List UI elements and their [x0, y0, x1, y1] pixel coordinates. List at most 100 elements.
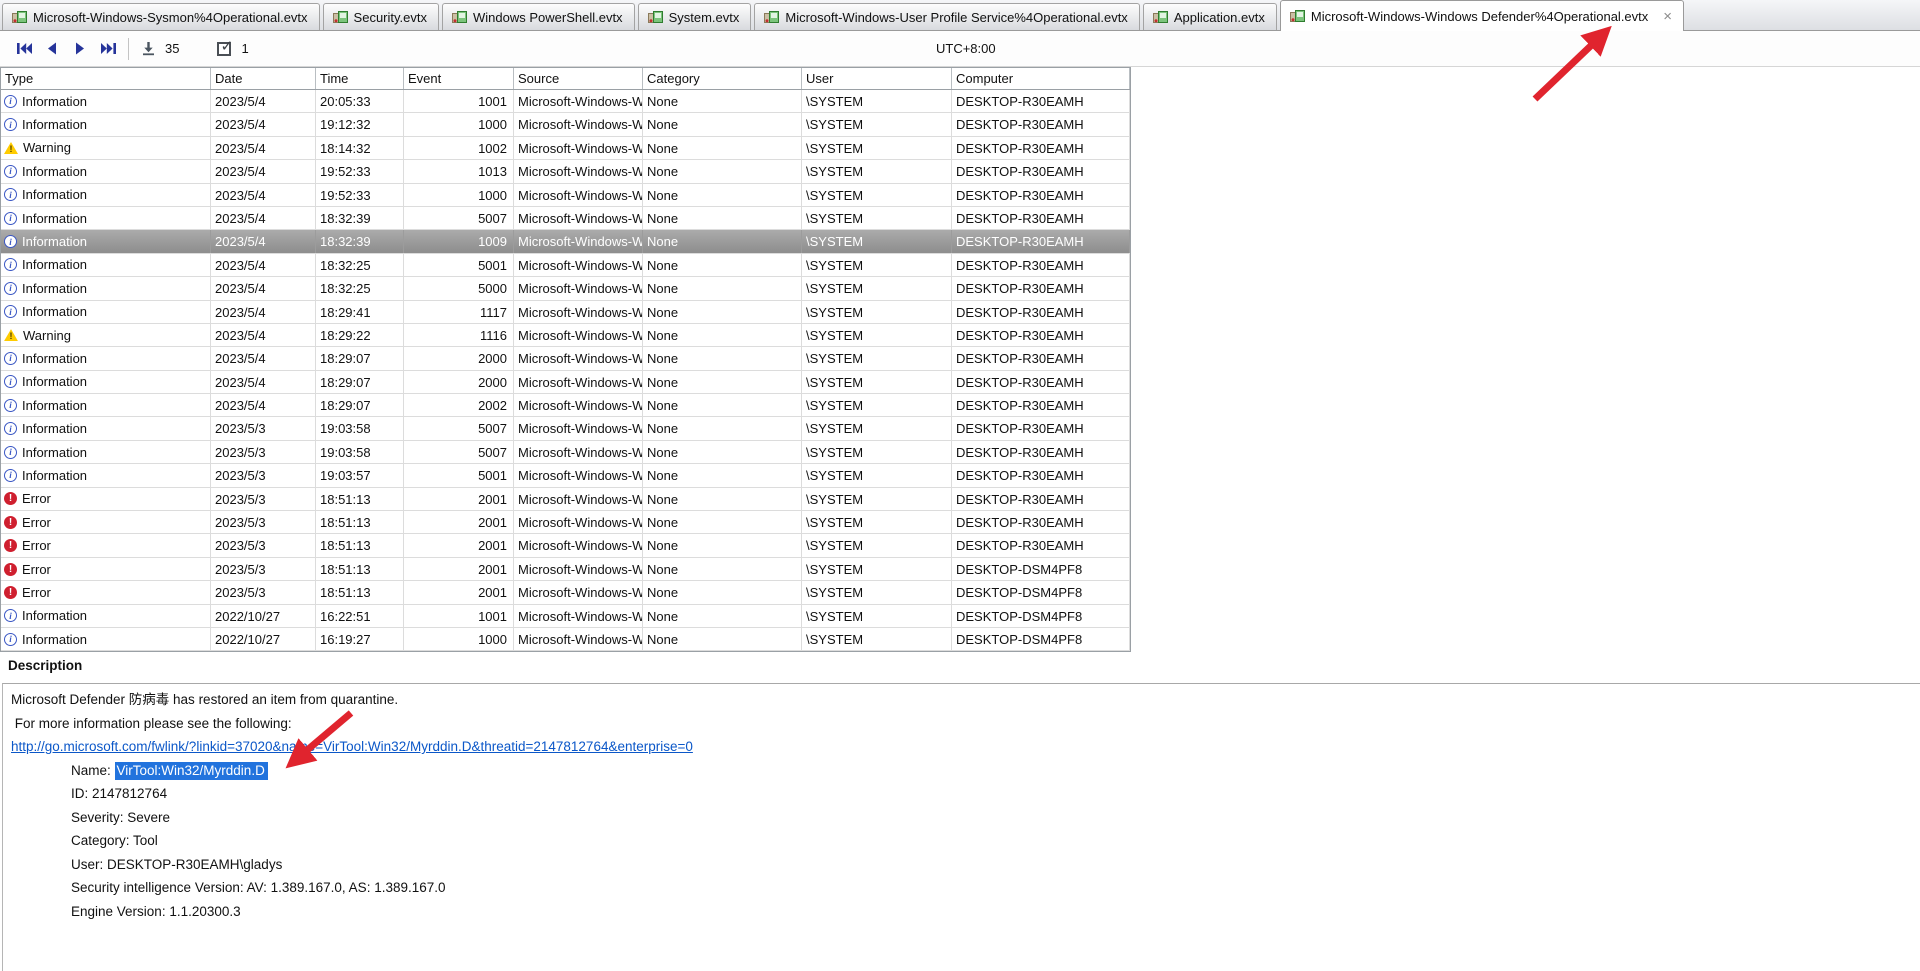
- column-header-date[interactable]: Date: [211, 68, 316, 89]
- column-header-time[interactable]: Time: [316, 68, 404, 89]
- table-row[interactable]: Information2023/5/418:29:411117Microsoft…: [1, 301, 1130, 324]
- info-icon: [4, 469, 17, 482]
- cell-category: None: [643, 90, 802, 112]
- cell-computer: DESKTOP-R30EAMH: [952, 511, 1130, 533]
- cell-time: 18:29:07: [316, 347, 404, 369]
- cell-source: Microsoft-Windows-W: [514, 90, 643, 112]
- checkbox-icon[interactable]: [213, 38, 235, 60]
- tab-6-evtx[interactable]: Application.evtx: [1143, 3, 1277, 30]
- cell-computer: DESKTOP-R30EAMH: [952, 113, 1130, 135]
- cell-category: None: [643, 113, 802, 135]
- table-row[interactable]: Information2023/5/418:32:255001Microsoft…: [1, 254, 1130, 277]
- table-row[interactable]: Warning2023/5/418:29:221116Microsoft-Win…: [1, 324, 1130, 347]
- table-row[interactable]: Information2023/5/319:03:585007Microsoft…: [1, 417, 1130, 440]
- close-tab-icon[interactable]: ×: [1663, 10, 1672, 23]
- column-header-source[interactable]: Source: [514, 68, 643, 89]
- cell-user: \SYSTEM: [802, 441, 952, 463]
- cell-computer: DESKTOP-R30EAMH: [952, 464, 1130, 486]
- cell-source: Microsoft-Windows-W: [514, 488, 643, 510]
- tab-2-evtx[interactable]: Security.evtx: [323, 3, 439, 30]
- column-header-user[interactable]: User: [802, 68, 952, 89]
- cell-event: 1002: [404, 137, 514, 159]
- table-row[interactable]: Error2023/5/318:51:132001Microsoft-Windo…: [1, 488, 1130, 511]
- column-header-type[interactable]: Type: [1, 68, 211, 89]
- cell-user: \SYSTEM: [802, 628, 952, 650]
- table-row[interactable]: Information2022/10/2716:22:511001Microso…: [1, 605, 1130, 628]
- table-row[interactable]: Warning2023/5/418:14:321002Microsoft-Win…: [1, 137, 1130, 160]
- table-row[interactable]: Information2023/5/419:52:331013Microsoft…: [1, 160, 1130, 183]
- column-header-event[interactable]: Event: [404, 68, 514, 89]
- cell-user: \SYSTEM: [802, 581, 952, 603]
- cell-category: None: [643, 534, 802, 556]
- cell-computer: DESKTOP-R30EAMH: [952, 534, 1130, 556]
- table-row[interactable]: Error2023/5/318:51:132001Microsoft-Windo…: [1, 581, 1130, 604]
- event-table: TypeDateTimeEventSourceCategoryUserCompu…: [0, 67, 1131, 652]
- cell-type: Warning: [1, 324, 211, 346]
- table-row[interactable]: Information2023/5/319:03:575001Microsoft…: [1, 464, 1130, 487]
- table-row[interactable]: Information2023/5/419:12:321000Microsoft…: [1, 113, 1130, 136]
- threat-name-line: Name: VirTool:Win32/Myrddin.D: [71, 759, 1920, 783]
- cell-source: Microsoft-Windows-W: [514, 324, 643, 346]
- info-icon: [4, 165, 17, 178]
- info-icon: [4, 118, 17, 131]
- tab-bar: Microsoft-Windows-Sysmon%4Operational.ev…: [0, 0, 1920, 31]
- cell-date: 2022/10/27: [211, 605, 316, 627]
- checked-count: 1: [241, 41, 248, 56]
- cell-time: 16:22:51: [316, 605, 404, 627]
- cell-computer: DESKTOP-DSM4PF8: [952, 581, 1130, 603]
- table-row[interactable]: Information2022/10/2716:19:271000Microso…: [1, 628, 1130, 651]
- cell-source: Microsoft-Windows-W: [514, 137, 643, 159]
- cell-computer: DESKTOP-R30EAMH: [952, 277, 1130, 299]
- tab-3-evtx[interactable]: Windows PowerShell.evtx: [442, 3, 635, 30]
- table-row[interactable]: Information2023/5/418:29:072000Microsoft…: [1, 347, 1130, 370]
- cell-source: Microsoft-Windows-W: [514, 371, 643, 393]
- cell-category: None: [643, 558, 802, 580]
- table-row[interactable]: Information2023/5/418:29:072000Microsoft…: [1, 371, 1130, 394]
- more-info-link[interactable]: http://go.microsoft.com/fwlink/?linkid=3…: [11, 739, 693, 754]
- table-row[interactable]: Information2023/5/418:29:072002Microsoft…: [1, 394, 1130, 417]
- table-row[interactable]: Information2023/5/418:32:255000Microsoft…: [1, 277, 1130, 300]
- cell-user: \SYSTEM: [802, 207, 952, 229]
- column-header-computer[interactable]: Computer: [952, 68, 1130, 89]
- cell-computer: DESKTOP-R30EAMH: [952, 371, 1130, 393]
- cell-category: None: [643, 324, 802, 346]
- tab-5-evtx[interactable]: Microsoft-Windows-User Profile Service%4…: [754, 3, 1139, 30]
- table-row[interactable]: Information2023/5/419:52:331000Microsoft…: [1, 184, 1130, 207]
- column-header-category[interactable]: Category: [643, 68, 802, 89]
- cell-type: Error: [1, 558, 211, 580]
- tab-1-evtx[interactable]: Microsoft-Windows-Sysmon%4Operational.ev…: [2, 3, 320, 30]
- table-row[interactable]: Information2023/5/420:05:331001Microsoft…: [1, 90, 1130, 113]
- cell-computer: DESKTOP-R30EAMH: [952, 160, 1130, 182]
- cell-time: 18:51:13: [316, 511, 404, 533]
- table-row[interactable]: Information2023/5/418:32:395007Microsoft…: [1, 207, 1130, 230]
- table-row[interactable]: Error2023/5/318:51:132001Microsoft-Windo…: [1, 511, 1130, 534]
- cell-type: Information: [1, 230, 211, 252]
- cell-date: 2023/5/4: [211, 394, 316, 416]
- export-records-icon[interactable]: [137, 38, 159, 60]
- next-record-button[interactable]: [68, 37, 92, 61]
- cell-event: 1001: [404, 90, 514, 112]
- cell-event: 2002: [404, 394, 514, 416]
- cell-user: \SYSTEM: [802, 184, 952, 206]
- cell-source: Microsoft-Windows-W: [514, 511, 643, 533]
- cell-date: 2023/5/3: [211, 581, 316, 603]
- cell-date: 2023/5/3: [211, 558, 316, 580]
- cell-user: \SYSTEM: [802, 558, 952, 580]
- first-record-button[interactable]: [12, 37, 36, 61]
- tab-4-evtx[interactable]: System.evtx: [638, 3, 752, 30]
- table-row[interactable]: Information2023/5/418:32:391009Microsoft…: [1, 230, 1130, 253]
- cell-user: \SYSTEM: [802, 488, 952, 510]
- last-record-button[interactable]: [96, 37, 120, 61]
- cell-computer: DESKTOP-DSM4PF8: [952, 628, 1130, 650]
- cell-type: Information: [1, 441, 211, 463]
- cell-user: \SYSTEM: [802, 534, 952, 556]
- table-row[interactable]: Error2023/5/318:51:132001Microsoft-Windo…: [1, 558, 1130, 581]
- info-icon: [4, 95, 17, 108]
- cell-event: 1009: [404, 230, 514, 252]
- tab-7-evtx[interactable]: Microsoft-Windows-Windows Defender%4Oper…: [1280, 0, 1684, 31]
- table-row[interactable]: Information2023/5/319:03:585007Microsoft…: [1, 441, 1130, 464]
- error-icon: [4, 586, 17, 599]
- previous-record-button[interactable]: [40, 37, 64, 61]
- table-row[interactable]: Error2023/5/318:51:132001Microsoft-Windo…: [1, 534, 1130, 557]
- cell-category: None: [643, 394, 802, 416]
